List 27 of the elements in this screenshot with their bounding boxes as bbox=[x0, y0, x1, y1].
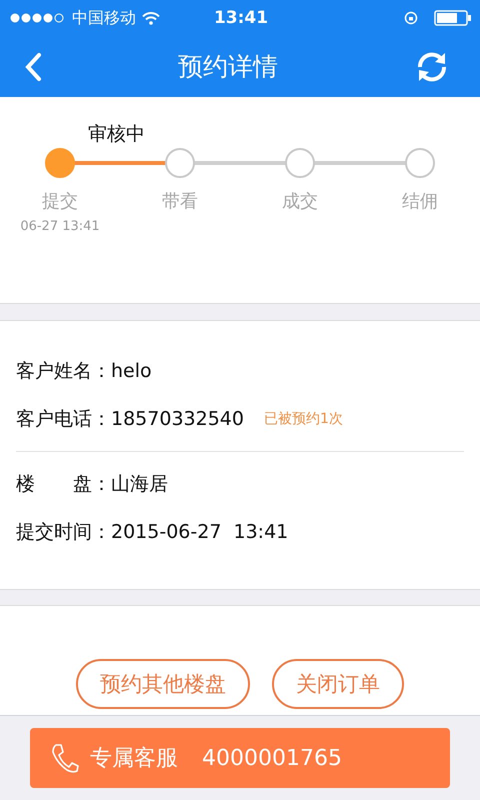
field-value: 山海居 bbox=[111, 472, 168, 497]
action-button[interactable]: 预约其他楼盘 bbox=[76, 659, 250, 709]
step-label: 带看 bbox=[162, 190, 198, 213]
step-label: 提交 bbox=[42, 190, 78, 213]
signal-icon bbox=[10, 13, 66, 23]
step-time: 06-27 13:41 bbox=[20, 219, 100, 234]
field-label: 楼 盘： bbox=[16, 472, 111, 497]
clock-time: 13:41 bbox=[214, 8, 268, 28]
battery-icon bbox=[434, 10, 472, 26]
booking-note: 已被预约1次 bbox=[264, 410, 343, 428]
back-icon[interactable] bbox=[24, 52, 42, 82]
action-button[interactable]: 关闭订单 bbox=[272, 659, 404, 709]
rotation-lock-icon bbox=[404, 11, 418, 25]
page-title: 预约详情 bbox=[178, 51, 278, 83]
wifi-icon bbox=[142, 12, 160, 24]
field-value: 2015-06-27 13:41 bbox=[111, 521, 288, 543]
step-label: 结佣 bbox=[402, 190, 438, 213]
phone-icon bbox=[50, 742, 80, 774]
step-label: 成交 bbox=[282, 190, 318, 213]
field-label: 提交时间： bbox=[16, 520, 111, 545]
field-label: 客户姓名： bbox=[16, 359, 111, 384]
service-call-button[interactable]: 专属客服 4000001765 bbox=[30, 728, 450, 788]
carrier-name: 中国移动 bbox=[72, 8, 136, 28]
status-label: 审核中 bbox=[88, 123, 145, 145]
field-label: 客户电话： bbox=[16, 407, 111, 432]
field-value: 18570332540 bbox=[111, 408, 244, 430]
field-value: helo bbox=[111, 360, 152, 382]
